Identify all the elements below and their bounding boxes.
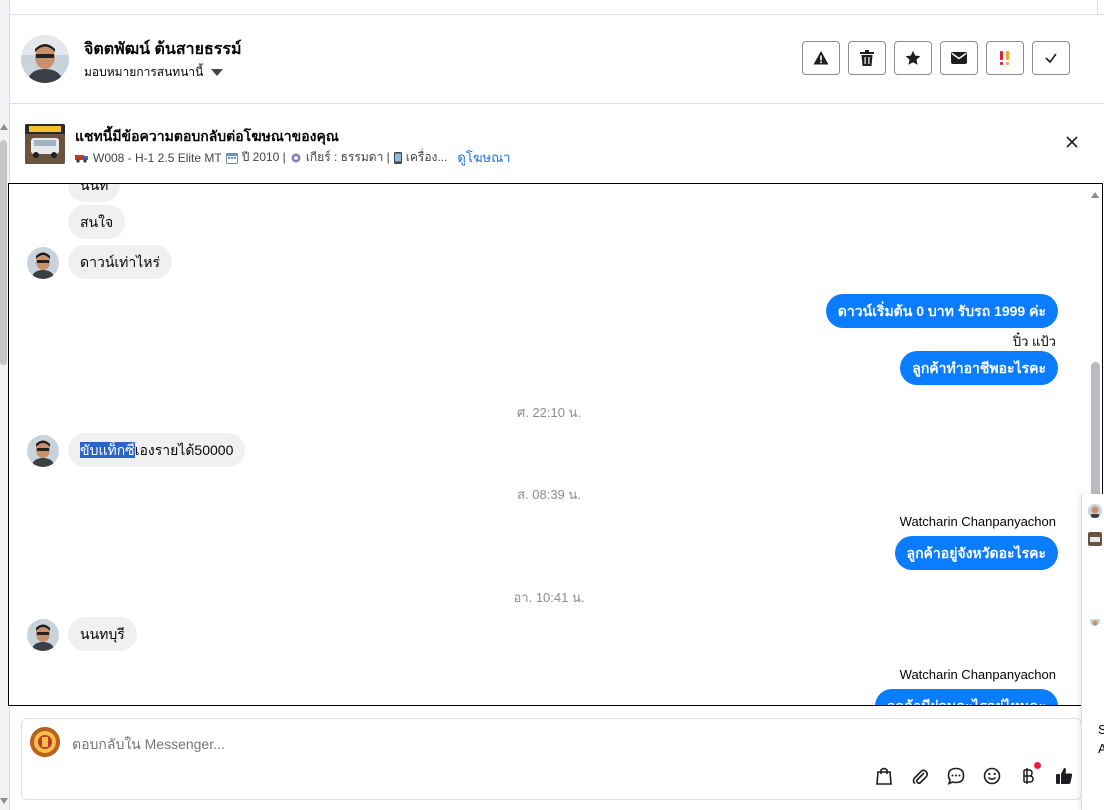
- mark-done-button[interactable]: [1032, 41, 1070, 75]
- page-avatar: [30, 727, 60, 757]
- priority-icon: [1000, 51, 1009, 65]
- ad-reply-banner: แชทนี้มีข้อความตอบกลับต่อโฆษณาของคุณ W00…: [9, 104, 1104, 180]
- sender-name: Watcharin Chanpanyachon: [899, 667, 1056, 682]
- ad-thumbnail[interactable]: [25, 124, 65, 164]
- saved-replies-button[interactable]: [945, 765, 967, 787]
- scroll-up-arrow-icon[interactable]: [1091, 192, 1099, 198]
- view-ad-link[interactable]: ดูโฆษณา: [457, 147, 510, 168]
- trash-icon: [860, 50, 874, 66]
- shop-bag-icon: [876, 767, 892, 785]
- sender-name: ปิ๋ว แป้ว: [1012, 334, 1056, 349]
- message-bubble-incoming[interactable]: สนใจ: [68, 205, 126, 239]
- side-text: A: [1098, 741, 1104, 756]
- star-button[interactable]: [894, 41, 932, 75]
- contact-avatar[interactable]: [21, 35, 69, 83]
- envelope-icon: [951, 52, 967, 64]
- reply-composer: [21, 718, 1082, 800]
- ad-year: ปี 2010 |: [241, 150, 286, 164]
- composer-tools: [873, 762, 1075, 787]
- mark-unread-button[interactable]: [940, 41, 978, 75]
- sender-avatar[interactable]: [27, 435, 59, 467]
- calendar-icon: [225, 152, 238, 164]
- attach-icon: [912, 769, 928, 785]
- timestamp: อา. 10:41 น.: [513, 590, 585, 605]
- side-avatar[interactable]: [1090, 616, 1100, 626]
- message-bubble-incoming[interactable]: นนท: [68, 184, 121, 202]
- message-bubble-outgoing[interactable]: ลูกค้ามีผ่อนอะไรอยู่ไหมคะ: [874, 689, 1058, 705]
- scroll-down-arrow-icon[interactable]: [0, 798, 8, 804]
- scrollbar-thumb[interactable]: [0, 140, 7, 365]
- message-bubble-outgoing[interactable]: ดาวน์เริ่มต้น 0 บาท รับรถ 1999 ค่ะ: [825, 294, 1058, 328]
- emoji-icon: [983, 767, 1001, 785]
- priority-button[interactable]: [986, 41, 1024, 75]
- ad-model: W008 - H-1 2.5 Elite MT: [93, 150, 222, 165]
- divider: [1097, 0, 1098, 14]
- ad-gear: เกียร์ : ธรรมดา |: [305, 150, 390, 164]
- chat-bubble-icon: [947, 767, 965, 785]
- close-banner-button[interactable]: [1064, 134, 1080, 150]
- assign-label: มอบหมายการสนทนานี้: [84, 65, 204, 79]
- conversation-header: จิตตพัฒน์ ต้นสายธรรม์ มอบหมายการสนทนานี้: [9, 15, 1104, 104]
- phone-icon: [393, 151, 402, 164]
- ad-meta: W008 - H-1 2.5 Elite MT ปี 2010 | เกียร์…: [75, 147, 510, 168]
- message-bubble-incoming[interactable]: ดาวน์เท่าไหร่: [68, 245, 173, 279]
- message-bubble-outgoing[interactable]: ลูกค้าทำอาชีพอะไรคะ: [900, 351, 1058, 385]
- baht-icon: [1023, 768, 1034, 784]
- like-button[interactable]: [1053, 765, 1075, 787]
- message-thread[interactable]: นนท สนใจ ดาวน์เท่าไหร่ ดาวน์เริ่มต้น 0 บ…: [8, 183, 1103, 706]
- message-bubble-incoming[interactable]: ขับแท็กซี่เองรายได้50000: [68, 433, 246, 467]
- reply-input[interactable]: [70, 735, 674, 753]
- side-popup-panel[interactable]: S A: [1081, 494, 1104, 810]
- check-icon: [1045, 53, 1057, 64]
- caret-down-icon: [211, 69, 224, 76]
- ad-banner-title: แชทนี้มีข้อความตอบกลับต่อโฆษณาของคุณ: [75, 128, 339, 144]
- message-bubble-outgoing[interactable]: ลูกค้าอยู่จังหวัดอะไรคะ: [894, 536, 1058, 570]
- attach-button[interactable]: [909, 765, 931, 787]
- assign-conversation-dropdown[interactable]: มอบหมายการสนทนานี้: [84, 63, 224, 82]
- sender-avatar[interactable]: [27, 619, 59, 651]
- gear-icon: [291, 153, 301, 162]
- scroll-up-arrow-icon[interactable]: [0, 124, 8, 130]
- ad-engine: เครื่อง...: [405, 150, 448, 164]
- shop-button[interactable]: [873, 765, 895, 787]
- scrollbar-thumb[interactable]: [1091, 362, 1100, 512]
- message-text: เองรายได้50000: [134, 442, 234, 458]
- timestamp: ส. 08:39 น.: [517, 487, 581, 502]
- side-ad-thumbnail[interactable]: [1088, 532, 1102, 546]
- sender-avatar[interactable]: [27, 247, 59, 279]
- thumbs-up-icon: [1056, 768, 1073, 784]
- mark-spam-button[interactable]: [802, 41, 840, 75]
- payment-button[interactable]: [1017, 762, 1041, 787]
- notification-dot: [1034, 762, 1041, 769]
- star-icon: [905, 50, 921, 65]
- header-actions: [802, 41, 1070, 75]
- contact-name[interactable]: จิตตพัฒน์ ต้นสายธรรม์: [84, 37, 242, 62]
- delete-button[interactable]: [848, 41, 886, 75]
- side-avatar[interactable]: [1088, 504, 1102, 518]
- timestamp: ศ. 22:10 น.: [516, 405, 582, 420]
- warning-icon: [813, 51, 829, 65]
- message-bubble-incoming[interactable]: นนทบุรี: [68, 617, 137, 651]
- truck-icon: [75, 154, 88, 163]
- emoji-button[interactable]: [981, 765, 1003, 787]
- side-text: S: [1098, 722, 1104, 737]
- close-icon: [1066, 136, 1078, 148]
- selected-text: ขับแท็กซี่: [80, 442, 135, 458]
- sender-name: Watcharin Chanpanyachon: [899, 514, 1056, 529]
